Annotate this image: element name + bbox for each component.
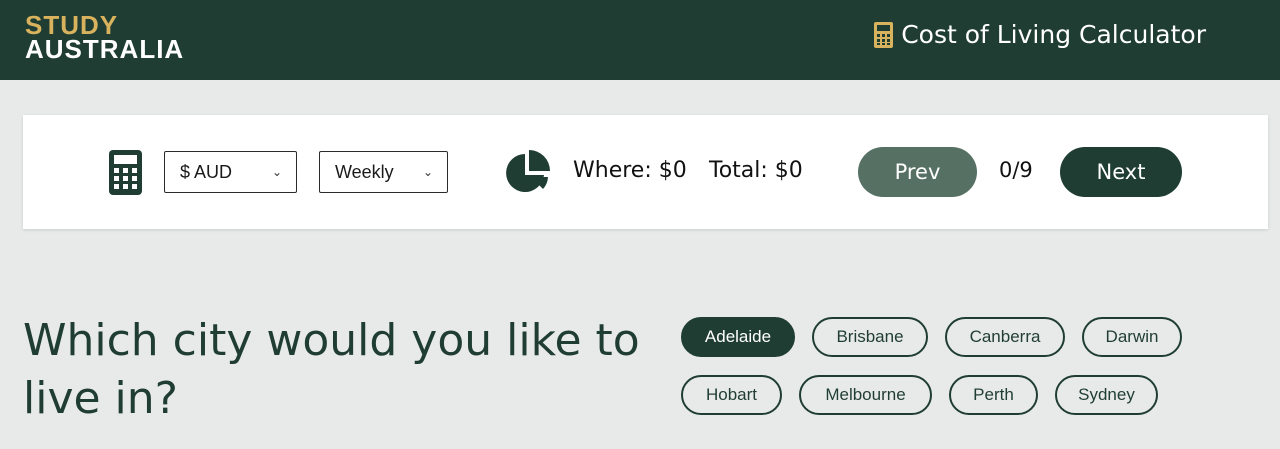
- calculator-icon: [109, 150, 142, 195]
- prev-button[interactable]: Prev: [858, 147, 977, 197]
- city-option-sydney[interactable]: Sydney: [1055, 375, 1158, 415]
- chevron-down-icon: ⌄: [422, 165, 433, 179]
- where-total: Where: $0: [573, 158, 687, 183]
- city-option-darwin[interactable]: Darwin: [1082, 317, 1182, 357]
- city-option-adelaide[interactable]: Adelaide: [681, 317, 795, 357]
- study-australia-logo[interactable]: STUDY AUSTRALIA: [25, 12, 184, 62]
- header-title: Cost of Living Calculator: [874, 20, 1206, 49]
- logo-bottom-text: AUSTRALIA: [25, 34, 185, 64]
- period-select[interactable]: Weekly ⌄: [319, 151, 448, 193]
- city-question: Which city would you like to live in?: [23, 315, 640, 424]
- overall-total: Total: $0: [709, 158, 803, 183]
- next-button[interactable]: Next: [1060, 147, 1182, 197]
- period-select-value: Weekly: [335, 161, 394, 182]
- city-option-canberra[interactable]: Canberra: [945, 317, 1065, 357]
- city-option-brisbane[interactable]: Brisbane: [812, 317, 928, 357]
- pie-chart-icon: [506, 150, 550, 192]
- step-counter: 0/9: [999, 158, 1033, 182]
- header-title-text: Cost of Living Calculator: [901, 20, 1206, 49]
- calculator-icon: [874, 21, 894, 48]
- site-header: STUDY AUSTRALIA Cost of Living Calculato…: [0, 0, 1280, 80]
- currency-select-value: $ AUD: [180, 161, 233, 182]
- city-option-perth[interactable]: Perth: [949, 375, 1038, 415]
- currency-select[interactable]: $ AUD ⌄: [164, 151, 297, 193]
- city-option-melbourne[interactable]: Melbourne: [799, 375, 932, 415]
- city-option-hobart[interactable]: Hobart: [681, 375, 782, 415]
- calculator-toolbar: $ AUD ⌄ Weekly ⌄ Where: $0 Total: $0 Pre…: [23, 115, 1268, 229]
- chevron-down-icon: ⌄: [271, 165, 282, 179]
